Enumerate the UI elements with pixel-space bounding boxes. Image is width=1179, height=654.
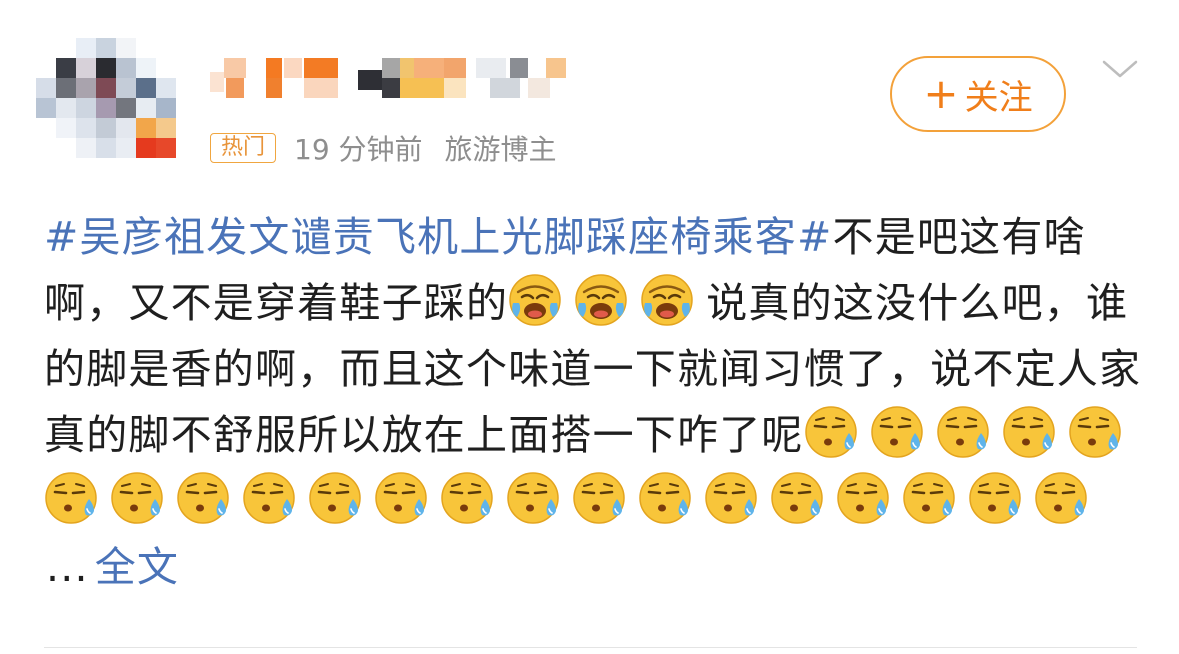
sweat-emoji — [44, 471, 98, 525]
follow-button[interactable]: + 关注 — [890, 56, 1066, 132]
post-meta: 热门 19 分钟前 旅游博主 — [210, 128, 579, 168]
avatar[interactable] — [36, 38, 176, 172]
sweat-emoji — [572, 471, 626, 525]
sweat-emoji — [242, 471, 296, 525]
user-tag: 旅游博主 — [444, 133, 557, 166]
sweat-emoji — [1068, 405, 1122, 459]
sweat-emoji — [870, 405, 924, 459]
chevron-down-icon[interactable] — [1100, 54, 1140, 84]
follow-label: 关注 — [964, 77, 1033, 118]
sweat-emoji — [902, 471, 956, 525]
post-body: #吴彦祖发文谴责飞机上光脚踩座椅乘客#不是吧这有啥啊，又不是穿着鞋子踩的 说真的这… — [44, 204, 1144, 600]
sweat-emoji — [1034, 471, 1088, 525]
sweat-emoji — [506, 471, 560, 525]
sweat-emoji — [968, 471, 1022, 525]
laugh-cry-emoji — [508, 273, 562, 327]
truncation-ellipsis: ... — [46, 543, 89, 591]
topic-link[interactable]: #吴彦祖发文谴责飞机上光脚踩座椅乘客# — [44, 213, 833, 261]
laugh-cry-emoji — [640, 273, 694, 327]
sweat-emoji — [308, 471, 362, 525]
sweat-emoji — [638, 471, 692, 525]
post-time: 19 分钟前 — [294, 133, 423, 166]
plus-icon: + — [923, 69, 959, 118]
sweat-emoji — [374, 471, 428, 525]
laugh-cry-emoji — [574, 273, 628, 327]
sweat-emoji — [110, 471, 164, 525]
sweat-emoji — [936, 405, 990, 459]
sweat-emoji — [176, 471, 230, 525]
sweat-emoji — [836, 471, 890, 525]
full-text-link[interactable]: 全文 — [95, 543, 179, 591]
sweat-emoji — [440, 471, 494, 525]
sweat-emoji — [804, 405, 858, 459]
sweat-emoji — [1002, 405, 1056, 459]
divider — [44, 647, 1137, 648]
hot-badge: 热门 — [210, 133, 277, 163]
sweat-emoji — [704, 471, 758, 525]
sweat-emoji — [770, 471, 824, 525]
